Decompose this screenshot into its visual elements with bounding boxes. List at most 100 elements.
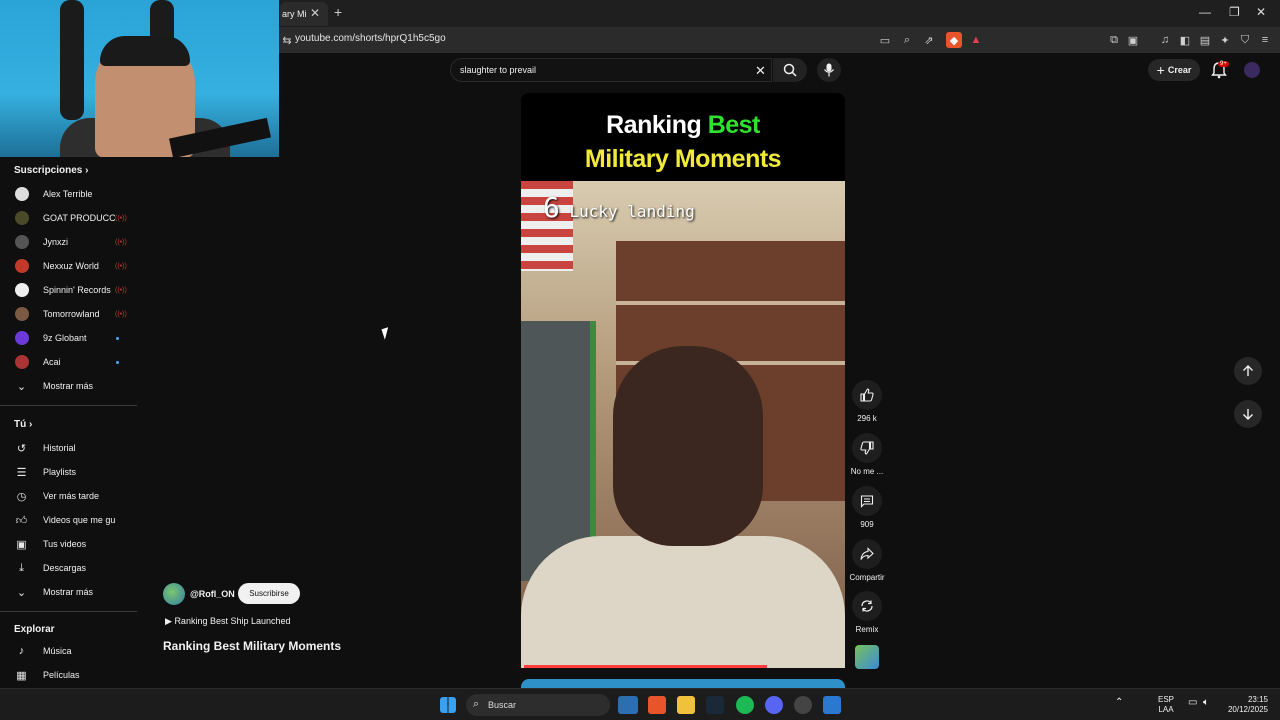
sidebar-item-history[interactable]: ↺ Historial [0,437,140,459]
channel-thumbnail[interactable] [855,645,879,669]
remix-icon [852,591,882,621]
channel-avatar [15,283,29,297]
subscribe-button[interactable]: Suscribirse [238,583,300,604]
previous-short-button[interactable] [1234,357,1262,385]
search-query: slaughter to prevail [460,65,537,75]
comments-button[interactable]: 909 [849,486,885,529]
next-short-button[interactable] [1234,400,1262,428]
task-view-icon[interactable] [618,696,638,714]
search-button[interactable] [773,58,807,82]
sidebar-item-subscription[interactable]: Jynxzi ((•)) [0,231,140,253]
search-input[interactable]: slaughter to prevail ✕ [450,58,772,82]
taskbar-search-placeholder: Buscar [488,700,517,710]
divider [0,405,137,406]
discord-icon[interactable] [765,696,783,714]
sidebar-item-downloads[interactable]: ⤓ Descargas [0,557,140,579]
sidebar-item-subscription[interactable]: Acai [0,351,140,373]
subscriptions-heading[interactable]: Suscripciones › [14,165,88,176]
taskbar-search[interactable]: ⌕ Buscar [466,694,610,716]
language-variant: LAA [1158,705,1174,714]
person-body-shape [521,536,845,668]
minimize-icon[interactable]: — [1199,5,1211,19]
channel-avatar [15,307,29,321]
channel-avatar [15,211,29,225]
close-window-icon[interactable]: ✕ [1256,5,1266,19]
channel-avatar[interactable] [163,583,185,605]
wallet-icon[interactable]: ▤ [1197,32,1213,48]
short-video-player[interactable]: Ranking Best Military Moments 6 Lucky la… [521,93,845,668]
tab-title: ary Mi [282,9,307,19]
create-button[interactable]: + Crear [1148,59,1200,81]
clock[interactable]: 23:15 20/12/2025 [1222,695,1268,715]
tray-chevron-icon[interactable]: ⌃ [1115,698,1123,708]
sidebar-item-your-videos[interactable]: ▣ Tus videos [0,533,140,555]
sidebar-item-subscription[interactable]: GOAT PRODUCCI... ((•)) [0,207,140,229]
new-content-dot [116,336,119,340]
sidebar-item-subscription[interactable]: Nexxuz World ((•)) [0,255,140,277]
file-explorer-icon[interactable] [677,696,695,714]
sidebar-item-subscription[interactable]: Spinnin' Records ((•)) [0,279,140,301]
clock-date: 20/12/2025 [1227,705,1268,714]
thumbs-up-icon: 👍︎ [15,514,28,527]
screenshot-icon[interactable]: ▣ [1125,32,1141,48]
caption-text: Lucky landing [569,202,695,221]
show-more-subscriptions[interactable]: ⌄ Mostrar más [0,375,140,397]
sidebar-item-label: Ver más tarde [43,491,100,501]
like-button[interactable]: 296 k [849,380,885,423]
zoom-icon[interactable]: ⌕ [899,32,915,48]
history-icon: ↺ [16,442,27,455]
channel-name[interactable]: @Rofl_ON [190,589,235,599]
playlist-link[interactable]: ▶ Ranking Best Ship Launched [165,616,291,627]
spotify-icon[interactable] [736,696,754,714]
sidebar-toggle-icon[interactable]: ◧ [1177,32,1193,48]
sidebar-item-subscription[interactable]: 9z Globant [0,327,140,349]
sidebar-item-subscription[interactable]: Alex Terrible [0,183,140,205]
maximize-icon[interactable]: ❐ [1229,5,1240,19]
playlist-icon: ☰ [16,466,27,479]
sidebar-item-music[interactable]: ♪ Música [0,640,140,662]
guitar-shape [60,0,84,120]
sidebar-item-playlists[interactable]: ☰ Playlists [0,461,140,483]
brave-browser-icon[interactable] [648,696,666,714]
show-more-you[interactable]: ⌄ Mostrar más [0,581,140,603]
banner-line-1: Ranking Best [521,111,845,140]
windows-start-icon[interactable] [440,697,456,713]
sidebar-item-liked-videos[interactable]: 👍︎ Videos que me gus... [0,509,140,531]
extensions-icon[interactable]: ⧉ [1106,32,1122,48]
remix-button[interactable]: Remix [849,591,885,634]
browser-tab[interactable]: ary Mi [280,2,328,26]
video-progress-bar[interactable] [524,665,767,668]
brave-shield-icon[interactable]: ◆ [946,32,962,48]
leo-ai-icon[interactable]: ✦ [1217,32,1233,48]
subscription-label: GOAT PRODUCCI... [43,213,115,223]
sidebar-item-watch-later[interactable]: ◷ Ver más tarde [0,485,140,507]
media-icon[interactable]: ♫ [1157,32,1173,48]
subscription-label: Alex Terrible [43,189,93,199]
brave-rewards-icon[interactable]: ▲ [968,32,984,48]
you-heading[interactable]: Tú › [14,419,32,430]
app-icon[interactable] [794,696,812,714]
sidebar-item-label: Películas [43,670,80,680]
url-field[interactable]: youtube.com/shorts/hprQ1h5c5go [295,33,446,44]
voice-search-button[interactable] [817,58,841,82]
steam-icon[interactable] [706,696,724,714]
volume-icon[interactable]: 🔈︎ [1203,698,1209,708]
site-info-icon[interactable]: ⇆ [279,32,295,48]
tab-close-icon[interactable]: ✕ [310,6,320,20]
show-more-label: Mostrar más [43,381,94,391]
clear-search-icon[interactable]: ✕ [755,63,766,79]
language-code: ESP [1158,695,1175,704]
menu-icon[interactable]: ≡ [1257,32,1273,48]
app-icon[interactable] [823,696,841,714]
network-icon[interactable]: ▭ [1188,698,1197,708]
sidebar-item-movies[interactable]: ▦ Películas [0,664,140,686]
share-button[interactable]: Compartir [849,539,885,582]
new-tab-icon[interactable]: + [334,4,342,20]
share-page-icon[interactable]: ⇗ [921,32,937,48]
language-indicator[interactable]: ESP LAA [1158,695,1174,715]
dislike-button[interactable]: No me ... [849,433,885,476]
sidebar-item-subscription[interactable]: Tomorrowland ((•)) [0,303,140,325]
user-avatar[interactable] [1244,62,1260,78]
vpn-icon[interactable]: ⛉ [1237,32,1253,48]
cast-icon[interactable]: ▭ [877,32,893,48]
